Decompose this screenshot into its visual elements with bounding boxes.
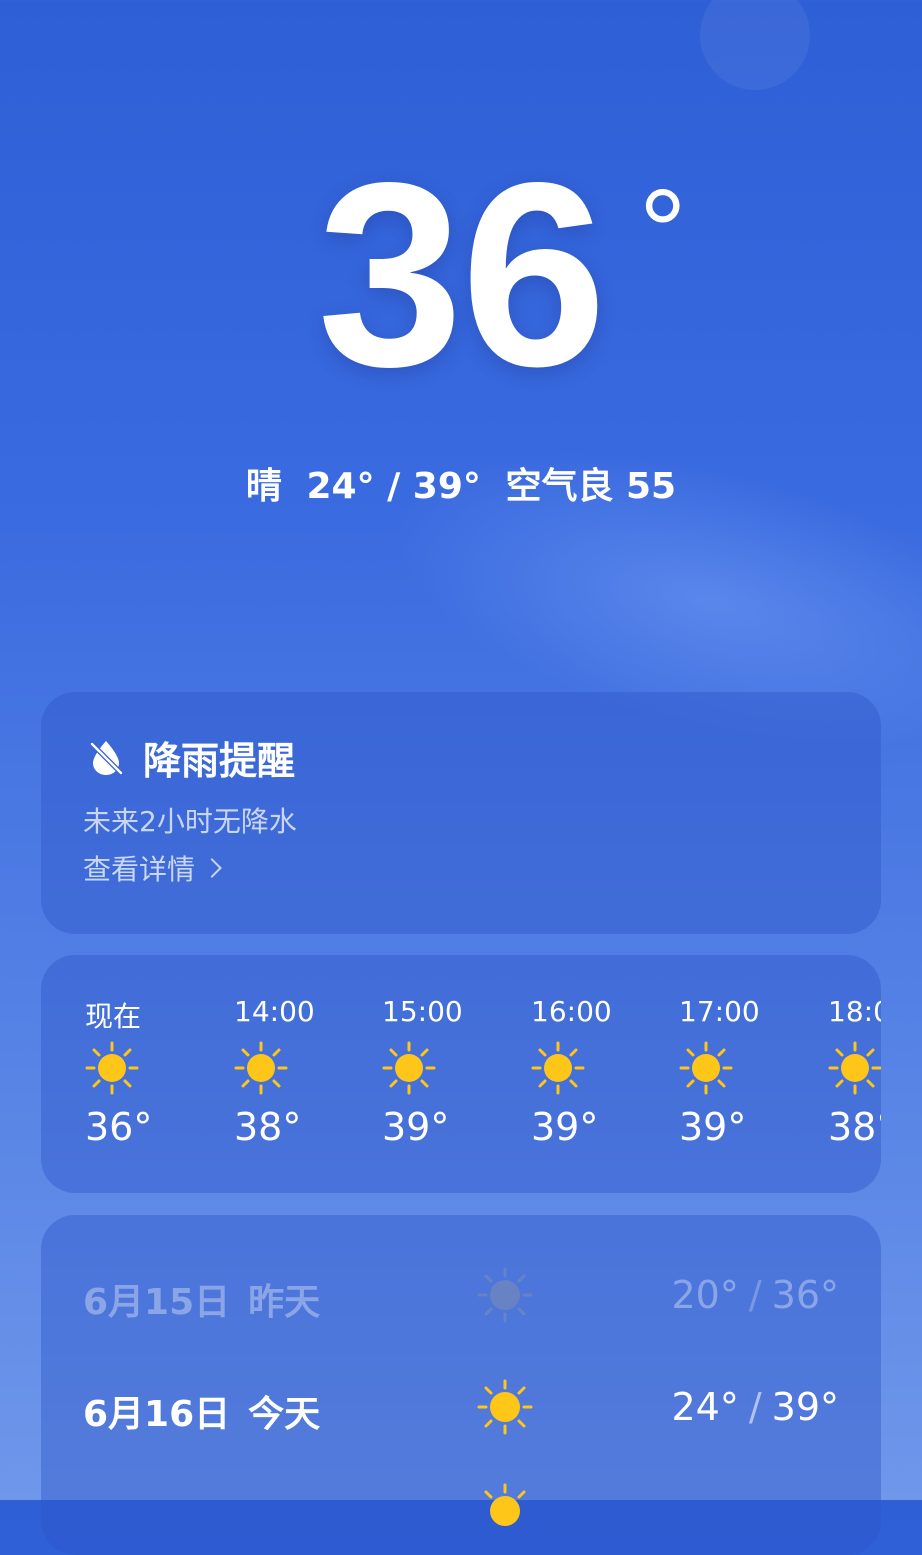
view-details-label: 查看详情 [83,853,196,886]
sun-icon [234,1041,288,1095]
rain-alert-header: 降雨提醒 [85,732,296,783]
hour-temperature: 39° [679,1105,747,1149]
hour-time: 17:00 [679,995,760,1028]
sun-icon [484,1483,526,1526]
day-high: 36° [771,1273,839,1317]
sun-icon [828,1041,881,1095]
hour-temperature: 38° [234,1105,302,1149]
sun-icon [85,1041,139,1095]
current-temperature-wrap: 36 ° [317,144,686,406]
day-temperature-range: 20°/36° [671,1273,839,1317]
current-temperature: 36 [317,128,606,421]
range-separator: / [748,1273,762,1317]
range-separator: / [748,1385,762,1429]
hour-time: 15:00 [382,995,463,1028]
hourly-item[interactable]: 18:00 38° [828,955,881,1193]
day-date: 6月16日 今天 [83,1385,320,1437]
hour-time: 16:00 [531,995,612,1028]
hour-time: 现在 [85,1000,142,1033]
hourly-forecast-card[interactable]: 现在 36° 14:00 38° 15:00 39° 16:00 39° 17:… [41,955,881,1193]
day-date: 6月15日 昨天 [83,1273,320,1325]
sun-icon [531,1041,585,1095]
daily-row-yesterday[interactable]: 6月15日 昨天 20°/36° [41,1255,881,1335]
hourly-item[interactable]: 16:00 39° [531,955,679,1193]
day-relative-label: 今天 [248,1394,321,1435]
weather-summary[interactable]: 晴 24° / 39° 空气良 55 [0,462,922,512]
sun-icon [679,1041,733,1095]
hour-temperature: 39° [531,1105,599,1149]
day-low: 20° [671,1273,739,1317]
hour-time: 18:00 [828,995,881,1028]
hour-time: 14:00 [234,995,315,1028]
hourly-item[interactable]: 15:00 39° [382,955,530,1193]
hourly-item[interactable]: 现在 36° [85,955,233,1193]
hour-temperature: 36° [85,1105,153,1149]
day-date-text: 6月15日 [83,1282,231,1323]
hour-temperature: 38° [828,1105,881,1149]
low-high-text: 24° / 39° [306,466,481,507]
hourly-item[interactable]: 17:00 39° [679,955,827,1193]
daily-row-today[interactable]: 6月16日 今天 24°/39° [41,1367,881,1447]
day-high: 39° [771,1385,839,1429]
day-relative-label: 昨天 [248,1282,321,1323]
sun-icon [477,1267,533,1323]
view-details-link[interactable]: 查看详情 [83,848,222,888]
sun-icon [477,1379,533,1435]
day-temperature-range: 24°/39° [671,1385,839,1429]
hour-temperature: 39° [382,1105,450,1149]
air-quality-text: 空气良 55 [505,466,677,507]
rain-alert-description: 未来2小时无降水 [83,805,297,838]
day-low: 24° [671,1385,739,1429]
daily-forecast-card[interactable]: 6月15日 昨天 20°/36° 6月16日 今天 24° / 39° [41,1215,881,1555]
degree-symbol: ° [638,165,687,299]
background-orb [700,0,810,90]
sun-icon [382,1041,436,1095]
current-weather: 36 ° [0,144,922,406]
rain-alert-card[interactable]: 降雨提醒 未来2小时无降水 查看详情 [41,692,881,934]
hourly-item[interactable]: 14:00 38° [234,955,382,1193]
rain-alert-title: 降雨提醒 [143,738,296,783]
chevron-right-icon [202,858,222,878]
condition-text: 晴 [245,466,282,507]
no-rain-icon [89,741,124,776]
day-date-text: 6月16日 [83,1394,231,1435]
